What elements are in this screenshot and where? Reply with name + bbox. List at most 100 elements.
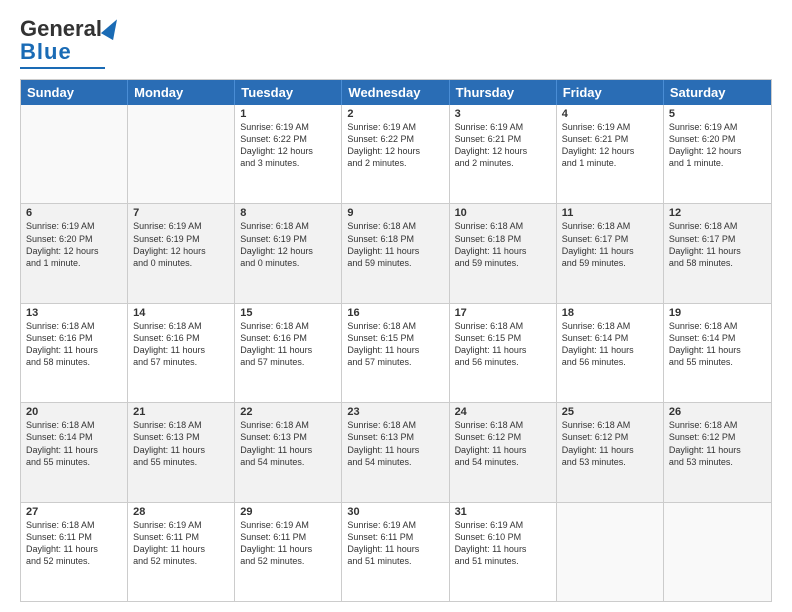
calendar-cell-0-0	[21, 105, 128, 203]
calendar-cell-4-2: 29Sunrise: 6:19 AM Sunset: 6:11 PM Dayli…	[235, 503, 342, 601]
day-number: 13	[26, 307, 122, 319]
day-info: Sunrise: 6:18 AM Sunset: 6:17 PM Dayligh…	[562, 220, 658, 269]
calendar-cell-2-1: 14Sunrise: 6:18 AM Sunset: 6:16 PM Dayli…	[128, 304, 235, 402]
day-info: Sunrise: 6:19 AM Sunset: 6:10 PM Dayligh…	[455, 519, 551, 568]
day-info: Sunrise: 6:18 AM Sunset: 6:12 PM Dayligh…	[562, 419, 658, 468]
calendar-cell-1-1: 7Sunrise: 6:19 AM Sunset: 6:19 PM Daylig…	[128, 204, 235, 302]
day-number: 23	[347, 406, 443, 418]
page: General Blue SundayMondayTuesdayWednesda…	[0, 0, 792, 612]
calendar: SundayMondayTuesdayWednesdayThursdayFrid…	[20, 79, 772, 602]
day-number: 19	[669, 307, 766, 319]
day-info: Sunrise: 6:18 AM Sunset: 6:14 PM Dayligh…	[669, 320, 766, 369]
day-info: Sunrise: 6:18 AM Sunset: 6:16 PM Dayligh…	[240, 320, 336, 369]
day-info: Sunrise: 6:19 AM Sunset: 6:20 PM Dayligh…	[669, 121, 766, 170]
calendar-cell-3-4: 24Sunrise: 6:18 AM Sunset: 6:12 PM Dayli…	[450, 403, 557, 501]
calendar-cell-0-4: 3Sunrise: 6:19 AM Sunset: 6:21 PM Daylig…	[450, 105, 557, 203]
day-number: 1	[240, 108, 336, 120]
calendar-cell-3-2: 22Sunrise: 6:18 AM Sunset: 6:13 PM Dayli…	[235, 403, 342, 501]
day-info: Sunrise: 6:19 AM Sunset: 6:21 PM Dayligh…	[455, 121, 551, 170]
day-number: 10	[455, 207, 551, 219]
day-number: 15	[240, 307, 336, 319]
calendar-cell-1-2: 8Sunrise: 6:18 AM Sunset: 6:19 PM Daylig…	[235, 204, 342, 302]
day-number: 24	[455, 406, 551, 418]
day-number: 5	[669, 108, 766, 120]
header-cell-wednesday: Wednesday	[342, 80, 449, 105]
day-info: Sunrise: 6:19 AM Sunset: 6:22 PM Dayligh…	[240, 121, 336, 170]
header-cell-friday: Friday	[557, 80, 664, 105]
header-cell-thursday: Thursday	[450, 80, 557, 105]
calendar-cell-2-5: 18Sunrise: 6:18 AM Sunset: 6:14 PM Dayli…	[557, 304, 664, 402]
day-info: Sunrise: 6:18 AM Sunset: 6:18 PM Dayligh…	[347, 220, 443, 269]
header-cell-sunday: Sunday	[21, 80, 128, 105]
calendar-cell-1-4: 10Sunrise: 6:18 AM Sunset: 6:18 PM Dayli…	[450, 204, 557, 302]
calendar-cell-0-2: 1Sunrise: 6:19 AM Sunset: 6:22 PM Daylig…	[235, 105, 342, 203]
day-number: 20	[26, 406, 122, 418]
logo-triangle-icon	[101, 16, 123, 40]
calendar-cell-2-3: 16Sunrise: 6:18 AM Sunset: 6:15 PM Dayli…	[342, 304, 449, 402]
calendar-cell-2-4: 17Sunrise: 6:18 AM Sunset: 6:15 PM Dayli…	[450, 304, 557, 402]
day-number: 3	[455, 108, 551, 120]
calendar-cell-0-1	[128, 105, 235, 203]
day-info: Sunrise: 6:18 AM Sunset: 6:16 PM Dayligh…	[26, 320, 122, 369]
day-info: Sunrise: 6:19 AM Sunset: 6:21 PM Dayligh…	[562, 121, 658, 170]
day-info: Sunrise: 6:19 AM Sunset: 6:11 PM Dayligh…	[347, 519, 443, 568]
day-number: 27	[26, 506, 122, 518]
calendar-cell-0-6: 5Sunrise: 6:19 AM Sunset: 6:20 PM Daylig…	[664, 105, 771, 203]
calendar-cell-2-2: 15Sunrise: 6:18 AM Sunset: 6:16 PM Dayli…	[235, 304, 342, 402]
day-number: 4	[562, 108, 658, 120]
day-number: 17	[455, 307, 551, 319]
day-number: 7	[133, 207, 229, 219]
day-info: Sunrise: 6:18 AM Sunset: 6:11 PM Dayligh…	[26, 519, 122, 568]
day-info: Sunrise: 6:19 AM Sunset: 6:11 PM Dayligh…	[240, 519, 336, 568]
day-number: 8	[240, 207, 336, 219]
day-number: 2	[347, 108, 443, 120]
calendar-cell-4-3: 30Sunrise: 6:19 AM Sunset: 6:11 PM Dayli…	[342, 503, 449, 601]
logo-blue: Blue	[20, 39, 72, 65]
day-info: Sunrise: 6:18 AM Sunset: 6:13 PM Dayligh…	[347, 419, 443, 468]
calendar-cell-3-0: 20Sunrise: 6:18 AM Sunset: 6:14 PM Dayli…	[21, 403, 128, 501]
day-info: Sunrise: 6:18 AM Sunset: 6:18 PM Dayligh…	[455, 220, 551, 269]
calendar-cell-1-3: 9Sunrise: 6:18 AM Sunset: 6:18 PM Daylig…	[342, 204, 449, 302]
day-info: Sunrise: 6:18 AM Sunset: 6:14 PM Dayligh…	[562, 320, 658, 369]
header: General Blue	[20, 16, 772, 69]
day-number: 9	[347, 207, 443, 219]
day-number: 18	[562, 307, 658, 319]
day-number: 14	[133, 307, 229, 319]
day-info: Sunrise: 6:18 AM Sunset: 6:12 PM Dayligh…	[455, 419, 551, 468]
header-cell-saturday: Saturday	[664, 80, 771, 105]
calendar-cell-2-6: 19Sunrise: 6:18 AM Sunset: 6:14 PM Dayli…	[664, 304, 771, 402]
day-number: 29	[240, 506, 336, 518]
day-info: Sunrise: 6:18 AM Sunset: 6:14 PM Dayligh…	[26, 419, 122, 468]
day-number: 30	[347, 506, 443, 518]
day-number: 12	[669, 207, 766, 219]
day-info: Sunrise: 6:18 AM Sunset: 6:19 PM Dayligh…	[240, 220, 336, 269]
calendar-cell-4-0: 27Sunrise: 6:18 AM Sunset: 6:11 PM Dayli…	[21, 503, 128, 601]
calendar-cell-4-1: 28Sunrise: 6:19 AM Sunset: 6:11 PM Dayli…	[128, 503, 235, 601]
calendar-cell-3-3: 23Sunrise: 6:18 AM Sunset: 6:13 PM Dayli…	[342, 403, 449, 501]
logo: General Blue	[20, 16, 119, 69]
calendar-row-2: 13Sunrise: 6:18 AM Sunset: 6:16 PM Dayli…	[21, 303, 771, 402]
calendar-row-1: 6Sunrise: 6:19 AM Sunset: 6:20 PM Daylig…	[21, 203, 771, 302]
day-info: Sunrise: 6:19 AM Sunset: 6:19 PM Dayligh…	[133, 220, 229, 269]
day-number: 26	[669, 406, 766, 418]
calendar-cell-3-1: 21Sunrise: 6:18 AM Sunset: 6:13 PM Dayli…	[128, 403, 235, 501]
calendar-row-4: 27Sunrise: 6:18 AM Sunset: 6:11 PM Dayli…	[21, 502, 771, 601]
calendar-cell-4-6	[664, 503, 771, 601]
calendar-cell-0-3: 2Sunrise: 6:19 AM Sunset: 6:22 PM Daylig…	[342, 105, 449, 203]
calendar-cell-3-5: 25Sunrise: 6:18 AM Sunset: 6:12 PM Dayli…	[557, 403, 664, 501]
day-info: Sunrise: 6:19 AM Sunset: 6:11 PM Dayligh…	[133, 519, 229, 568]
calendar-cell-3-6: 26Sunrise: 6:18 AM Sunset: 6:12 PM Dayli…	[664, 403, 771, 501]
day-number: 22	[240, 406, 336, 418]
day-info: Sunrise: 6:18 AM Sunset: 6:13 PM Dayligh…	[133, 419, 229, 468]
day-number: 31	[455, 506, 551, 518]
calendar-cell-1-0: 6Sunrise: 6:19 AM Sunset: 6:20 PM Daylig…	[21, 204, 128, 302]
day-number: 11	[562, 207, 658, 219]
day-number: 28	[133, 506, 229, 518]
calendar-cell-1-5: 11Sunrise: 6:18 AM Sunset: 6:17 PM Dayli…	[557, 204, 664, 302]
day-info: Sunrise: 6:18 AM Sunset: 6:15 PM Dayligh…	[347, 320, 443, 369]
day-number: 21	[133, 406, 229, 418]
calendar-cell-4-4: 31Sunrise: 6:19 AM Sunset: 6:10 PM Dayli…	[450, 503, 557, 601]
calendar-row-0: 1Sunrise: 6:19 AM Sunset: 6:22 PM Daylig…	[21, 105, 771, 203]
calendar-row-3: 20Sunrise: 6:18 AM Sunset: 6:14 PM Dayli…	[21, 402, 771, 501]
calendar-cell-2-0: 13Sunrise: 6:18 AM Sunset: 6:16 PM Dayli…	[21, 304, 128, 402]
